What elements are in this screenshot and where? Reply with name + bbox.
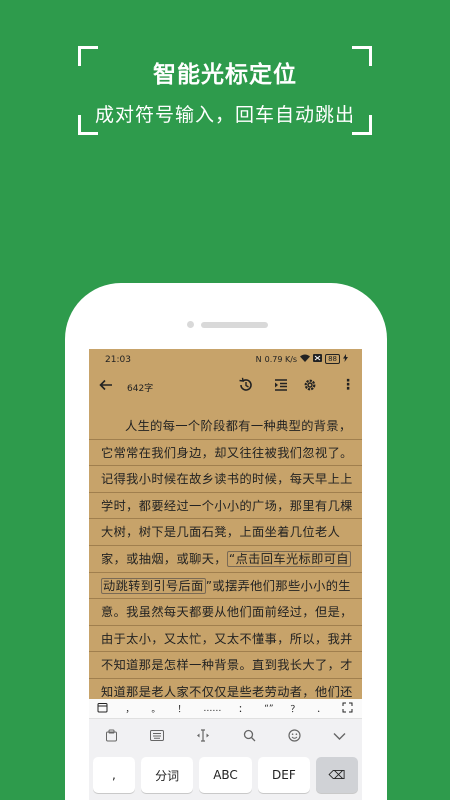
symbol-key[interactable]: …… xyxy=(203,704,221,714)
phone-screen: 21:03 N 0.79 K/s 88 642字 ⋮ 人生的每一个阶段都有一种典… xyxy=(89,349,362,800)
emoji-icon[interactable] xyxy=(288,729,301,745)
indent-icon[interactable] xyxy=(273,377,291,395)
text-after-quote: ”或摆弄他们那些小小的生 xyxy=(205,578,351,593)
text-line-lead: 家，或抽烟，或聊天， xyxy=(101,551,227,566)
history-icon[interactable] xyxy=(238,377,256,395)
keyboard-tool-row xyxy=(89,721,362,753)
calendar-icon[interactable] xyxy=(97,702,108,716)
text-line: 人生的每一个阶段都有一种典型的背景， xyxy=(89,413,362,440)
word-count: 642字 xyxy=(127,384,154,394)
keyboard-icon[interactable] xyxy=(150,730,165,744)
symbol-key[interactable]: ， xyxy=(125,702,134,715)
net-speed: 0.79 K/s xyxy=(264,354,298,364)
status-time: 21:03 xyxy=(105,355,131,365)
text-line: 意。我虽然每天都要从他们面前经过，但是， xyxy=(89,599,362,626)
search-icon[interactable] xyxy=(243,729,256,745)
text-line: 学时，都要经过一个小小的广场，那里有几棵 xyxy=(89,493,362,520)
status-icons: N 0.79 K/s 88 xyxy=(256,354,348,364)
def-key[interactable]: DEF xyxy=(257,757,311,793)
abc-key[interactable]: ABC xyxy=(199,757,252,793)
hero-title: 智能光标定位 xyxy=(153,62,297,88)
highlighted-quote-cont: 动跳转到引号后面 xyxy=(101,577,206,594)
gear-icon[interactable] xyxy=(302,377,320,395)
comma-key[interactable]: , xyxy=(93,757,135,793)
text-line: 由于太小，又太忙，又太不懂事，所以，我并 xyxy=(89,626,362,653)
segment-key[interactable]: 分词 xyxy=(140,757,194,793)
text-line: 大树，树下是几面石凳，上面坐着几位老人 xyxy=(89,519,362,546)
reading-content[interactable]: 人生的每一个阶段都有一种典型的背景， 它常常在我们身边，却又往往被我们忽视了。 … xyxy=(89,413,362,706)
text-line-highlight-end: 动跳转到引号后面 ”或摆弄他们那些小小的生 xyxy=(89,573,362,600)
symbol-key[interactable]: ． xyxy=(317,702,326,715)
scan-icon[interactable] xyxy=(342,702,353,716)
editor-toolbar: 642字 ⋮ xyxy=(89,373,362,403)
cursor-icon[interactable] xyxy=(196,729,210,745)
text-line: 不知道那是怎样一种背景。直到我长大了，才 xyxy=(89,652,362,679)
text-line-highlight-start: 家，或抽烟，或聊天， “点击回车光标即可自 xyxy=(89,546,362,573)
status-bar: 21:03 N 0.79 K/s 88 xyxy=(89,349,362,371)
symbol-key[interactable]: “” xyxy=(264,704,273,714)
symbol-key[interactable]: ！ xyxy=(177,702,186,715)
sim-icon xyxy=(313,354,323,364)
backspace-key[interactable]: ⌫ xyxy=(316,757,358,793)
back-arrow-icon[interactable] xyxy=(99,377,113,396)
symbol-key[interactable]: ？ xyxy=(291,702,300,715)
speaker-bar xyxy=(201,322,268,328)
clipboard-icon[interactable] xyxy=(105,729,118,745)
more-vertical-icon[interactable]: ⋮ xyxy=(339,377,357,395)
symbol-row: ， 。 ！ …… ： “” ？ ． xyxy=(89,699,362,719)
keyboard: ， 。 ！ …… ： “” ？ ． , 分词 ABC DEF ⌫ xyxy=(89,699,362,800)
text-line: 记得我小时候在故乡读书的时候，每天早上上 xyxy=(89,466,362,493)
symbol-key[interactable]: 。 xyxy=(151,702,160,715)
keyboard-key-row: , 分词 ABC DEF ⌫ xyxy=(93,757,358,793)
highlighted-quote: “点击回车光标即可自 xyxy=(226,550,351,567)
charging-icon xyxy=(343,354,348,364)
hero-subtitle: 成对符号输入，回车自动跳出 xyxy=(94,104,355,126)
wifi-icon xyxy=(300,354,311,364)
camera-dot xyxy=(187,321,194,328)
text-line: 它常常在我们身边，却又往往被我们忽视了。 xyxy=(89,440,362,467)
battery-level: 88 xyxy=(325,354,340,364)
reading-paper: 21:03 N 0.79 K/s 88 642字 ⋮ 人生的每一个阶段都有一种典… xyxy=(89,349,362,706)
chevron-down-icon[interactable] xyxy=(333,730,346,744)
nfc-icon: N xyxy=(255,354,262,364)
symbol-key[interactable]: ： xyxy=(238,702,247,715)
